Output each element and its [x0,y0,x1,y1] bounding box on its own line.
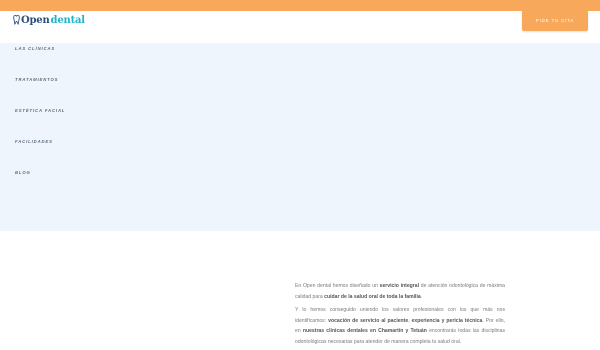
logo-word-dental: dental [50,14,86,26]
intro-text: En Open dental hemos diseñado un servici… [295,281,505,350]
menu-item-tratamientos[interactable]: TRATAMIENTOS [15,77,58,82]
menu-item-facilidades[interactable]: FACILIDADES [15,139,53,144]
tooth-icon [13,15,20,25]
top-accent-bar [0,0,600,11]
book-appointment-button[interactable]: PIDE TU CITA [522,11,588,31]
logo[interactable]: Open dental [13,13,85,27]
menu-item-estetica-facial[interactable]: ESTÉTICA FACIAL [15,108,65,113]
intro-paragraph-2: Y lo hemos conseguido uniendo los valore… [295,307,505,345]
menu-item-clinicas[interactable]: LAS CLÍNICAS [15,46,55,51]
intro-paragraph-1: En Open dental hemos diseñado un servici… [295,283,505,300]
nav-menu: LAS CLÍNICAS TRATAMIENTOS ESTÉTICA FACIA… [0,43,600,231]
logo-word-open: Open [21,14,50,26]
menu-item-blog[interactable]: BLOG [15,170,31,175]
